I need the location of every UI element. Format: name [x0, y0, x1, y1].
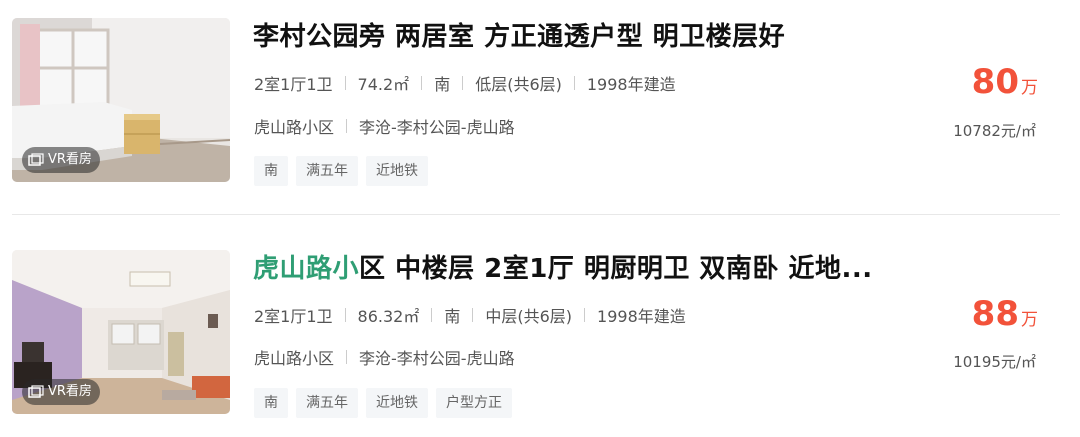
tag-list: 南 满五年 近地铁 户型方正 — [254, 388, 512, 418]
house-attributes: 2室1厅1卫 86.32㎡ 南 中层(共6层) 1998年建造 — [254, 303, 686, 327]
vr-tour-button[interactable]: VR看房 — [22, 379, 100, 405]
title-text: 李村公园旁 两居室 方正通透户型 明卫楼层好 — [253, 22, 786, 52]
separator — [346, 350, 348, 364]
listing-card[interactable]: VR看房 虎山路小区 中楼层 2室1厅 明厨明卫 双南卧 近地... 2室1厅1… — [0, 232, 1080, 437]
district-link[interactable]: 李沧-李村公园-虎山路 — [359, 114, 515, 138]
community-link[interactable]: 虎山路小区 — [254, 345, 334, 369]
separator — [421, 76, 423, 90]
floor: 中层(共6层) — [485, 307, 573, 326]
tag: 南 — [254, 156, 288, 186]
vr-label: VR看房 — [48, 384, 92, 399]
floor: 低层(共6层) — [475, 75, 562, 94]
vr-tour-button[interactable]: VR看房 — [22, 147, 100, 173]
tag: 近地铁 — [366, 156, 428, 186]
tag: 近地铁 — [366, 388, 428, 418]
unit-price: 10195元/㎡ — [953, 353, 1036, 371]
vr-icon — [28, 153, 44, 166]
build-year: 1998年建造 — [597, 307, 686, 326]
price-unit: 万 — [1021, 310, 1038, 330]
unit-price: 10782元/㎡ — [953, 122, 1036, 140]
listing-photo[interactable]: VR看房 — [12, 18, 230, 182]
tag: 满五年 — [296, 156, 358, 186]
total-price: 88 万 — [972, 294, 1038, 334]
total-price: 80 万 — [972, 62, 1038, 102]
build-year: 1998年建造 — [586, 75, 676, 94]
layout: 2室1厅1卫 — [254, 75, 333, 94]
separator — [346, 119, 348, 133]
price-unit: 万 — [1021, 78, 1038, 98]
separator — [462, 76, 464, 90]
area: 74.2㎡ — [357, 75, 410, 94]
price-value: 80 — [971, 62, 1019, 102]
orientation: 南 — [434, 75, 451, 94]
layout: 2室1厅1卫 — [254, 307, 333, 326]
area: 86.32㎡ — [357, 307, 420, 326]
vr-label: VR看房 — [48, 152, 92, 167]
tag: 户型方正 — [436, 388, 512, 418]
location-info: 虎山路小区 李沧-李村公园-虎山路 — [254, 345, 515, 369]
price-value: 88 — [971, 294, 1019, 334]
separator — [573, 76, 575, 90]
separator — [472, 308, 474, 322]
tag: 南 — [254, 388, 288, 418]
separator — [431, 308, 433, 322]
separator — [344, 76, 346, 90]
house-attributes: 2室1厅1卫 74.2㎡ 南 低层(共6层) 1998年建造 — [254, 71, 676, 95]
vr-icon — [28, 385, 44, 398]
tag-list: 南 满五年 近地铁 — [254, 156, 428, 186]
title-text: 区 中楼层 2室1厅 明厨明卫 双南卧 近地... — [359, 254, 873, 284]
listing-title[interactable]: 虎山路小区 中楼层 2室1厅 明厨明卫 双南卧 近地... — [253, 248, 917, 285]
location-info: 虎山路小区 李沧-李村公园-虎山路 — [254, 114, 515, 138]
title-highlight: 虎山路小 — [253, 254, 360, 284]
listing-card[interactable]: VR看房 李村公园旁 两居室 方正通透户型 明卫楼层好 2室1厅1卫 74.2㎡… — [0, 0, 1080, 200]
tag: 满五年 — [296, 388, 358, 418]
divider — [12, 214, 1060, 215]
listing-title[interactable]: 李村公园旁 两居室 方正通透户型 明卫楼层好 — [253, 16, 933, 53]
listing-photo[interactable]: VR看房 — [12, 250, 230, 414]
orientation: 南 — [444, 307, 461, 326]
separator — [584, 308, 586, 322]
community-link[interactable]: 虎山路小区 — [254, 114, 334, 138]
district-link[interactable]: 李沧-李村公园-虎山路 — [359, 345, 515, 369]
separator — [344, 308, 346, 322]
